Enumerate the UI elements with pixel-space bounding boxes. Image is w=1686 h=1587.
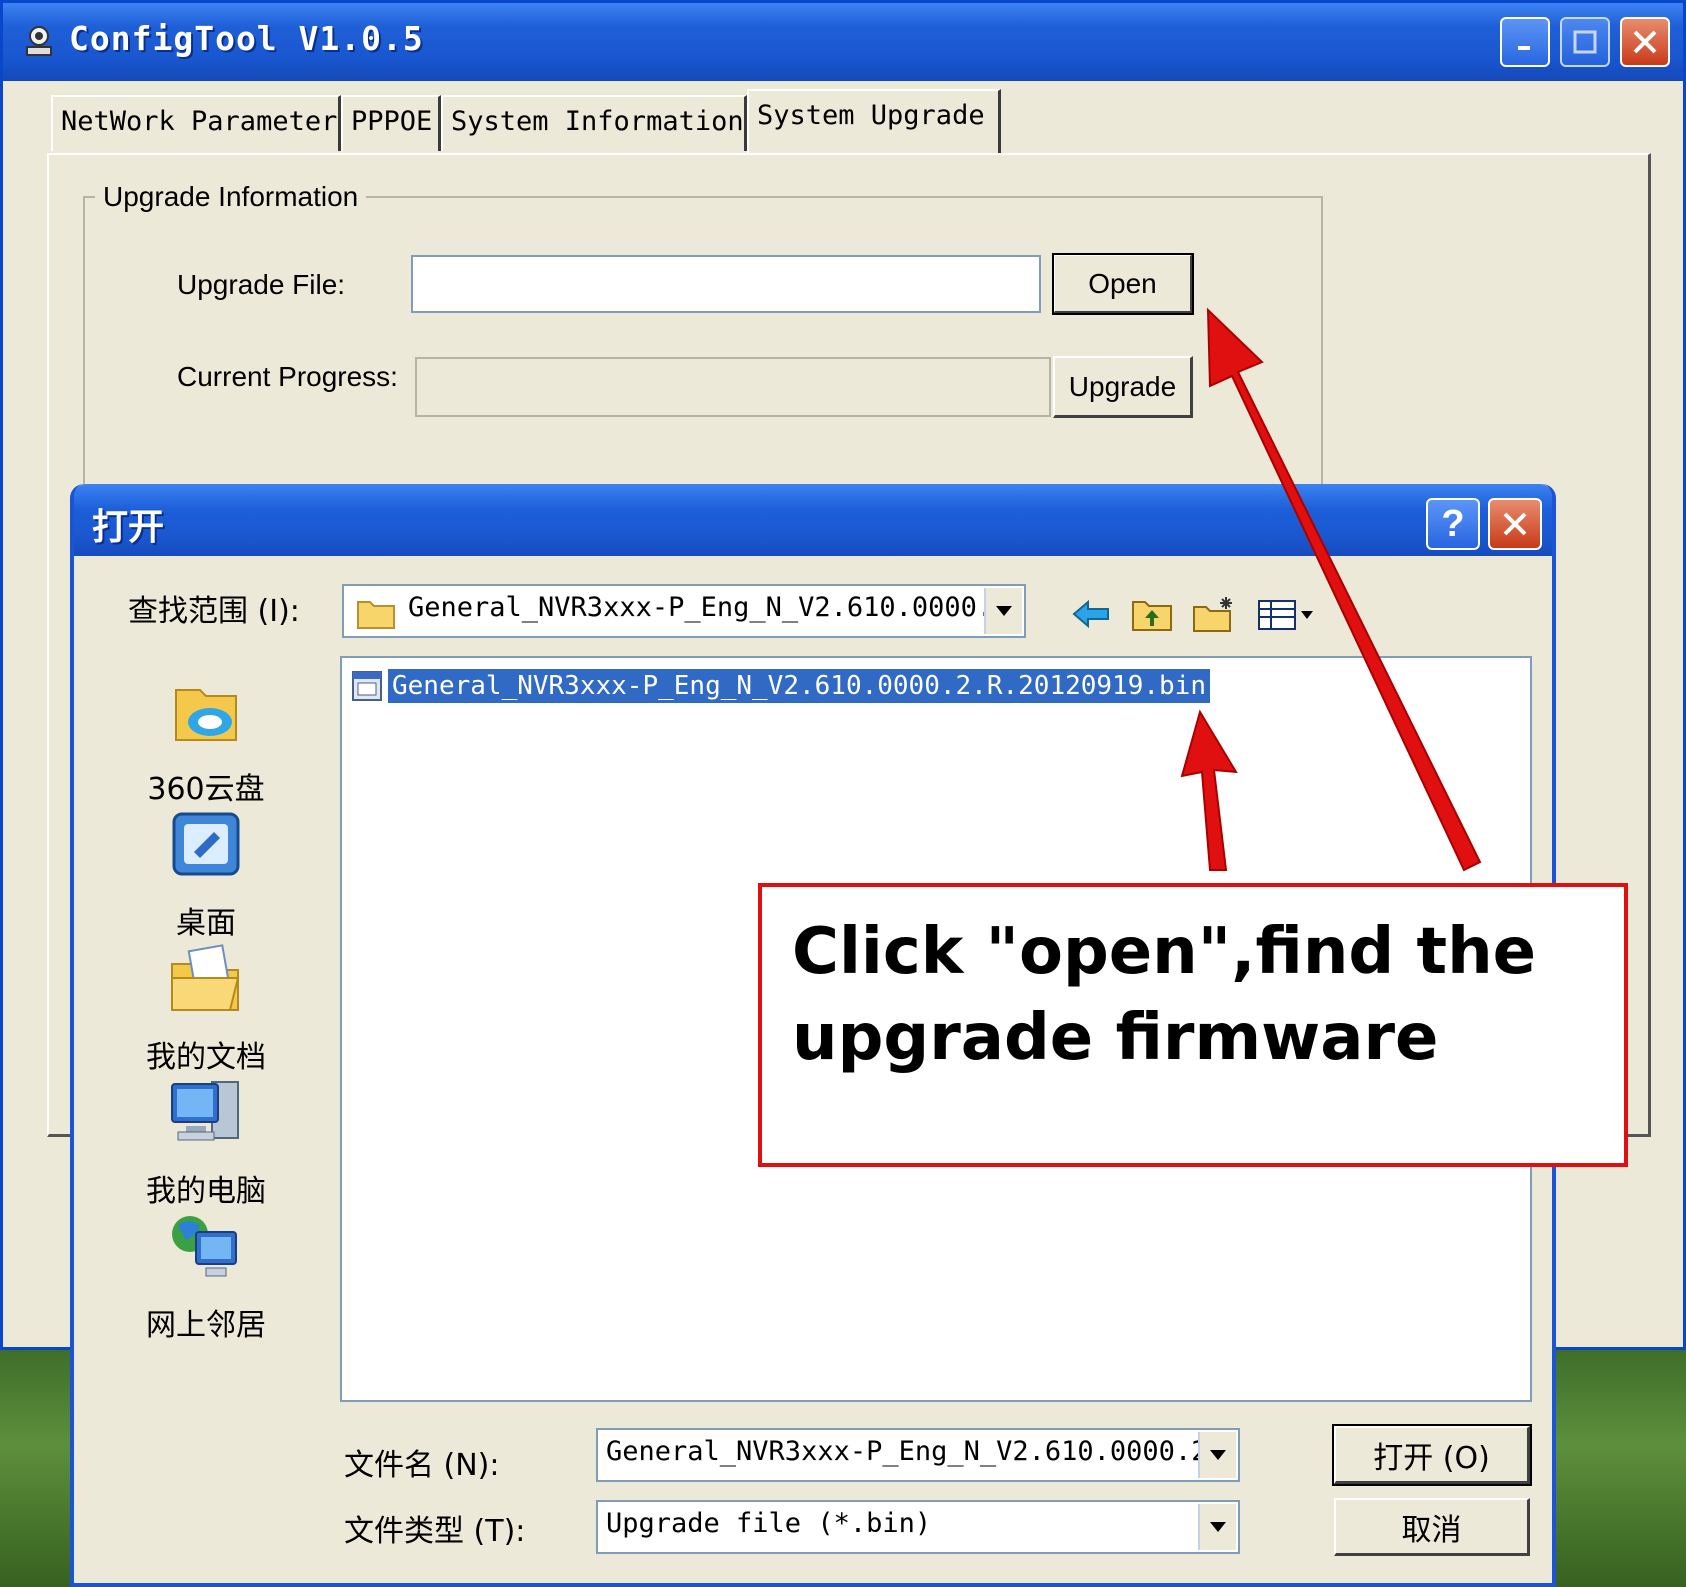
place-label: 我的电脑	[146, 1174, 266, 1209]
place-label: 网上邻居	[146, 1308, 266, 1343]
upgrade-button[interactable]: Upgrade	[1053, 356, 1193, 418]
tab-system-upgrade[interactable]: System Upgrade	[747, 89, 1001, 153]
back-button[interactable]	[1070, 592, 1114, 636]
folder-icon	[357, 601, 395, 629]
file-item[interactable]: General_NVR3xxx-P_Eng_N_V2.610.0000.2.R.…	[350, 664, 1210, 708]
up-folder-button[interactable]	[1130, 592, 1174, 636]
upgrade-file-label: Upgrade File:	[177, 269, 346, 300]
look-in-value: General_NVR3xxx-P_Eng_N_V2.610.0000.	[408, 592, 994, 623]
group-title: Upgrade Information	[95, 181, 367, 213]
place-label: 我的文档	[146, 1040, 266, 1075]
dialog-title: 打开	[92, 507, 165, 548]
upgrade-progress-bar	[415, 357, 1051, 417]
maximize-icon	[1573, 30, 1597, 54]
window-titlebar[interactable]: ConfigTool V1.0.5	[3, 3, 1683, 81]
look-in-combo[interactable]: General_NVR3xxx-P_Eng_N_V2.610.0000.	[342, 584, 1026, 638]
place-my-documents[interactable]: 我的文档	[126, 940, 286, 1076]
minimize-button[interactable]	[1500, 17, 1550, 67]
close-icon	[1503, 512, 1527, 536]
up-folder-icon	[1132, 601, 1172, 631]
tab-pppoe[interactable]: PPPOE	[341, 95, 441, 151]
file-name-label: 文件名 (N):	[344, 1448, 500, 1483]
my-computer-icon	[171, 1081, 239, 1141]
annotation-box: Click "open",find the upgrade firmware	[758, 883, 1628, 1167]
view-menu-button[interactable]	[1254, 592, 1318, 636]
place-360-cloud[interactable]: 360云盘	[126, 672, 286, 808]
cloud-folder-icon	[175, 689, 237, 741]
bin-file-icon	[352, 671, 382, 701]
view-list-icon	[1258, 600, 1313, 630]
upgrade-file-field[interactable]	[411, 255, 1041, 313]
place-label: 桌面	[176, 906, 236, 941]
file-name: General_NVR3xxx-P_Eng_N_V2.610.0000.2.R.…	[388, 669, 1210, 703]
file-name-dropdown-button[interactable]	[1198, 1432, 1236, 1478]
file-type-combo[interactable]: Upgrade file (*.bin)	[596, 1500, 1240, 1554]
place-label: 360云盘	[147, 772, 265, 807]
window-title: ConfigTool V1.0.5	[69, 19, 424, 58]
current-progress-label: Current Progress:	[177, 361, 398, 392]
dialog-cancel-button[interactable]: 取消	[1334, 1498, 1530, 1556]
file-type-label: 文件类型 (T):	[344, 1514, 526, 1549]
place-my-computer[interactable]: 我的电脑	[126, 1074, 286, 1210]
desktop-icon	[172, 812, 240, 876]
my-documents-icon	[171, 944, 240, 1011]
file-name-value: General_NVR3xxx-P_Eng_N_V2.610.0000.2.	[606, 1436, 1224, 1467]
new-folder-button[interactable]	[1192, 592, 1236, 636]
close-button[interactable]	[1620, 17, 1670, 67]
file-type-dropdown-button[interactable]	[1198, 1504, 1236, 1550]
place-network[interactable]: 网上邻居	[126, 1208, 286, 1344]
app-icon	[26, 26, 52, 56]
tab-system-information[interactable]: System Information	[441, 95, 747, 151]
file-type-value: Upgrade file (*.bin)	[606, 1508, 932, 1539]
help-button[interactable]: ?	[1426, 498, 1480, 550]
minimize-icon	[1518, 46, 1530, 50]
maximize-button[interactable]	[1560, 17, 1610, 67]
back-arrow-icon	[1072, 599, 1109, 629]
look-in-dropdown-button[interactable]	[984, 588, 1022, 634]
dialog-open-button[interactable]: 打开 (O)	[1332, 1424, 1532, 1486]
dialog-titlebar[interactable]: 打开 ?	[74, 484, 1552, 556]
chevron-down-icon	[1210, 1522, 1226, 1532]
dialog-close-button[interactable]	[1488, 498, 1542, 550]
open-button[interactable]: Open	[1052, 253, 1194, 315]
close-icon	[1633, 30, 1657, 54]
annotation-text: Click "open",find the upgrade firmware	[792, 915, 1537, 1075]
chevron-down-icon	[1210, 1450, 1226, 1460]
file-name-combo[interactable]: General_NVR3xxx-P_Eng_N_V2.610.0000.2.	[596, 1428, 1240, 1482]
new-folder-icon	[1193, 597, 1232, 632]
place-desktop[interactable]: 桌面	[126, 806, 286, 942]
look-in-label: 查找范围 (I):	[128, 594, 300, 629]
chevron-down-icon	[996, 606, 1012, 616]
tab-network-parameter[interactable]: NetWork Parameter	[51, 95, 341, 151]
network-places-icon	[172, 1216, 237, 1277]
